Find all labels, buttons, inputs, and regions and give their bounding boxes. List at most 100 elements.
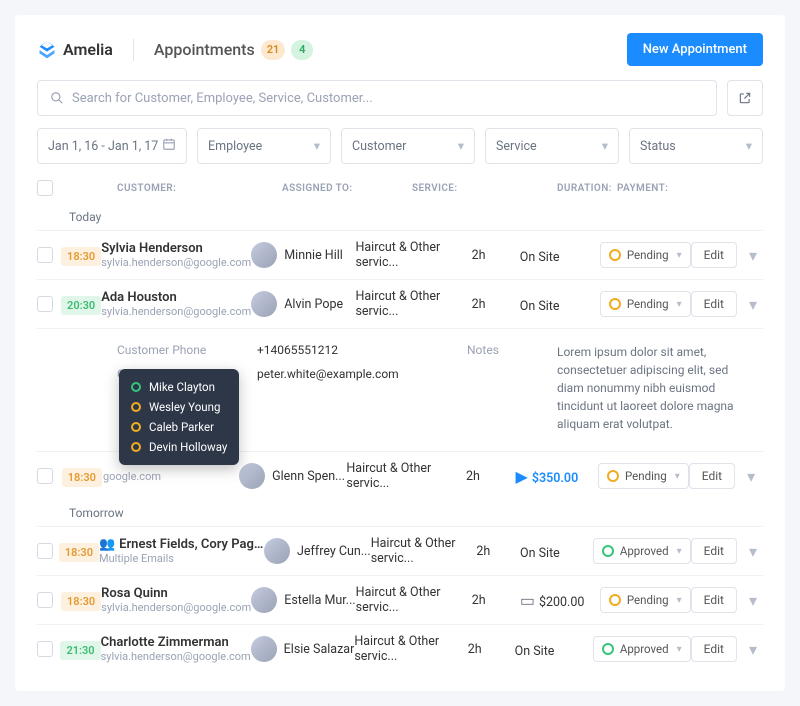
- chevron-down-icon: ▾: [602, 138, 608, 154]
- status-ring-icon: [131, 442, 141, 452]
- duration-text: 2h: [472, 593, 520, 608]
- status-dropdown[interactable]: Approved ▾: [593, 636, 691, 662]
- chevron-down-icon: ▾: [746, 138, 752, 154]
- customer-email: sylvia.henderson@google.com: [101, 305, 251, 318]
- new-appointment-button[interactable]: New Appointment: [627, 33, 763, 66]
- col-customer: CUSTOMER:: [117, 183, 282, 194]
- status-ring-icon: [602, 545, 614, 557]
- status-ring-icon: [602, 643, 614, 655]
- avatar: [251, 587, 277, 613]
- time-badge: 18:30: [61, 592, 101, 611]
- payment-value: $350.00: [532, 471, 578, 486]
- status-ring-icon: [609, 298, 621, 310]
- row-checkbox[interactable]: [37, 592, 53, 608]
- row-checkbox[interactable]: [37, 296, 53, 312]
- customer-filter-label: Customer: [352, 139, 406, 154]
- chevron-down-icon: ▾: [677, 595, 682, 606]
- table-row: 18:30👥Ernest Fields, Cory Page...Multipl…: [37, 526, 763, 575]
- employee-filter[interactable]: Employee ▾: [197, 128, 331, 164]
- expand-toggle[interactable]: ▾: [743, 640, 763, 659]
- table-row: 21:30Charlotte Zimmermansylvia.henderson…: [37, 624, 763, 673]
- status-label: Pending: [627, 297, 669, 311]
- expand-toggle[interactable]: ▾: [743, 591, 763, 610]
- chevron-down-icon: ▾: [458, 138, 464, 154]
- date-filter[interactable]: Jan 1, 16 - Jan 1, 17: [37, 128, 187, 164]
- status-dropdown[interactable]: Pending▾: [600, 291, 691, 317]
- avatar: [264, 538, 290, 564]
- phone-label: Customer Phone: [117, 343, 227, 357]
- status-dropdown[interactable]: Pending▾: [598, 463, 689, 489]
- row-checkbox[interactable]: [37, 468, 53, 484]
- select-all-checkbox[interactable]: [37, 180, 53, 196]
- search-input[interactable]: [72, 91, 704, 106]
- avatar: [251, 242, 277, 268]
- status-dropdown[interactable]: Pending ▾: [600, 242, 691, 268]
- edit-button[interactable]: Edit: [691, 636, 737, 662]
- service-filter-label: Service: [496, 139, 537, 154]
- customer-name: Sylvia Henderson: [101, 241, 251, 256]
- duration-text: 2h: [468, 642, 515, 657]
- edit-button[interactable]: Edit: [691, 242, 737, 268]
- status-label: Pending: [627, 248, 669, 262]
- status-filter-label: Status: [640, 139, 676, 154]
- payment-value: On Site: [520, 299, 560, 314]
- status-dropdown[interactable]: Approved▾: [593, 538, 691, 564]
- status-filter[interactable]: Status ▾: [629, 128, 763, 164]
- row-checkbox[interactable]: [37, 641, 53, 657]
- employee-filter-label: Employee: [208, 139, 262, 154]
- service-filter[interactable]: Service ▾: [485, 128, 619, 164]
- service-text: Haircut & Other servic...: [371, 536, 477, 566]
- edit-button[interactable]: Edit: [689, 463, 735, 489]
- status-dropdown[interactable]: Pending▾: [600, 587, 691, 613]
- external-link-icon: [738, 91, 752, 105]
- status-ring-icon: [131, 402, 141, 412]
- col-service: SERVICE:: [412, 183, 557, 194]
- time-badge: 21:30: [60, 641, 100, 660]
- customers-tooltip: Mike ClaytonWesley YoungCaleb ParkerDevi…: [119, 369, 239, 465]
- time-badge: 20:30: [61, 296, 101, 315]
- service-text: Haircut & Other servic...: [355, 240, 471, 270]
- customer-email: Multiple Emails: [99, 552, 264, 565]
- customer-email: sylvia.henderson@google.com: [101, 601, 251, 614]
- table-header: CUSTOMER: ASSIGNED TO: SERVICE: DURATION…: [37, 174, 763, 204]
- time-badge: 18:30: [61, 247, 101, 266]
- expand-toggle[interactable]: ▾: [743, 295, 763, 314]
- customer-name: Rosa Quinn: [101, 586, 251, 601]
- chevron-down-icon: ▾: [677, 644, 682, 655]
- row-checkbox[interactable]: [37, 543, 53, 559]
- export-button[interactable]: [727, 80, 763, 116]
- edit-button[interactable]: Edit: [691, 587, 737, 613]
- status-label: Approved: [620, 544, 669, 558]
- avatar: [239, 463, 265, 489]
- col-assigned: ASSIGNED TO:: [282, 183, 412, 194]
- payment-value: On Site: [520, 250, 560, 265]
- search-box[interactable]: [37, 80, 717, 116]
- service-text: Haircut & Other servic...: [354, 634, 467, 664]
- customer-name: Charlotte Zimmerman: [101, 635, 251, 650]
- assigned-name: Glenn Spen...: [272, 469, 345, 484]
- brand-logo: Amelia: [37, 40, 113, 60]
- expand-toggle[interactable]: ▾: [743, 246, 763, 265]
- time-badge: 18:30: [62, 468, 102, 487]
- row-checkbox[interactable]: [37, 247, 53, 263]
- col-duration: DURATION:: [557, 183, 617, 194]
- customer-name: Ada Houston: [101, 290, 251, 305]
- assigned-name: Minnie Hill: [284, 248, 343, 263]
- tooltip-item: Devin Holloway: [131, 437, 227, 457]
- tooltip-name: Mike Clayton: [149, 380, 215, 394]
- notes-label: Notes: [467, 343, 527, 433]
- payment-value: On Site: [515, 644, 555, 659]
- count-badge-orange: 21: [261, 40, 286, 60]
- edit-button[interactable]: Edit: [691, 538, 737, 564]
- customer-filter[interactable]: Customer ▾: [341, 128, 475, 164]
- expand-toggle[interactable]: ▾: [743, 542, 763, 561]
- service-text: Haircut & Other servic...: [346, 461, 466, 491]
- table-row: 18:30Rosa Quinnsylvia.henderson@google.c…: [37, 575, 763, 624]
- edit-button[interactable]: Edit: [691, 291, 737, 317]
- status-label: Approved: [620, 642, 669, 656]
- chevron-down-icon: ▾: [677, 250, 682, 261]
- chevron-down-icon: ▾: [314, 138, 320, 154]
- section-today: Today: [37, 204, 763, 230]
- expand-toggle[interactable]: ▾: [741, 467, 761, 486]
- status-label: Pending: [625, 469, 667, 483]
